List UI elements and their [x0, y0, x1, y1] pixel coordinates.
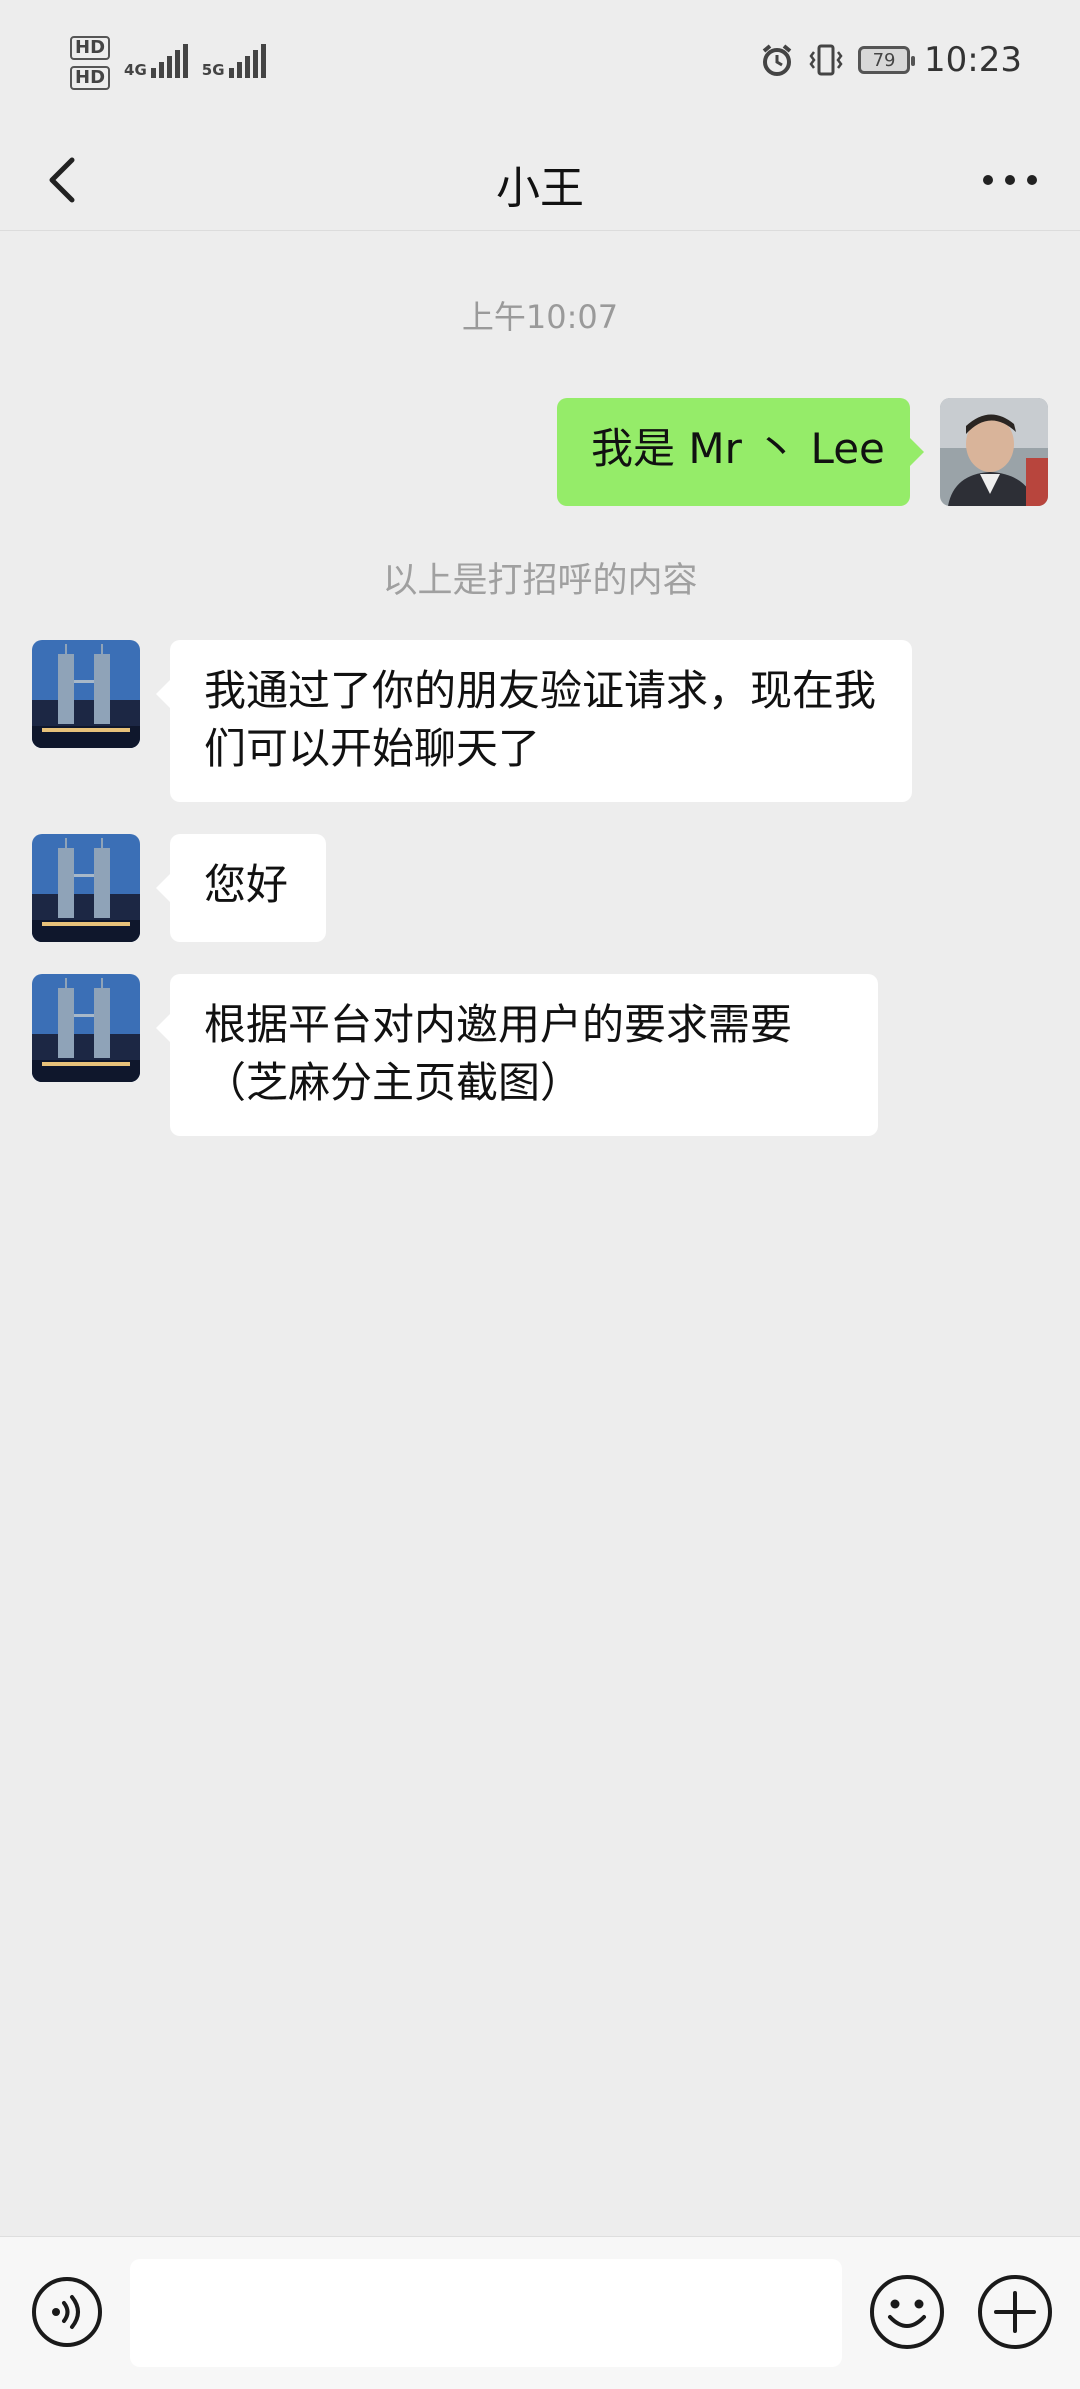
signal-bars-icon [150, 44, 188, 78]
message-text: 我通过了你的朋友验证请求，现在我们可以开始聊天了 [204, 666, 877, 773]
city-photo-icon [32, 834, 140, 942]
status-right: 79 10:23 [760, 40, 1022, 80]
avatar[interactable] [32, 640, 140, 748]
user-photo-icon [940, 398, 1048, 506]
status-bar: HD HD 4G 5G 79 10:23 [0, 0, 1080, 130]
emoji-icon[interactable] [868, 2273, 946, 2351]
voice-icon[interactable] [30, 2275, 104, 2349]
avatar[interactable] [32, 974, 140, 1082]
signal-group: HD HD 4G 5G [70, 36, 266, 90]
page-title: 小王 [496, 163, 584, 214]
hd-badge: HD [70, 36, 111, 60]
chat-header: 小王 [0, 130, 1080, 231]
message-bubble-incoming[interactable]: 您好 [156, 834, 326, 942]
signal-5g: 5G [202, 44, 266, 78]
battery-icon: 79 [858, 46, 916, 74]
input-bar [0, 2236, 1080, 2389]
battery-level: 79 [872, 49, 896, 71]
network-label: 4G [124, 61, 147, 79]
city-photo-icon [32, 974, 140, 1082]
message-bubble-outgoing[interactable]: 我是 Mr 丶 Lee [557, 398, 924, 506]
system-note: 以上是打招呼的内容 [382, 561, 698, 601]
plus-circle-icon[interactable] [976, 2273, 1054, 2351]
clock: 10:23 [924, 40, 1022, 80]
network-label: 5G [201, 61, 225, 79]
avatar[interactable] [32, 834, 140, 942]
alarm-icon [762, 44, 792, 76]
signal-bars-icon [228, 44, 266, 78]
message-bubble-incoming[interactable]: 我通过了你的朋友验证请求，现在我们可以开始聊天了 [156, 640, 912, 802]
more-horizontal-icon[interactable] [980, 160, 1040, 200]
signal-4g: 4G [124, 44, 188, 78]
city-photo-icon [32, 640, 140, 748]
message-text: 您好 [204, 860, 289, 909]
message-text: 根据平台对内邀用户的要求需要（芝麻分主页截图） [204, 1000, 793, 1107]
message-input[interactable] [130, 2259, 842, 2367]
message-text: 我是 Mr 丶 Lee [591, 424, 885, 473]
vibrate-icon [809, 44, 843, 76]
hd-badge: HD [70, 66, 111, 90]
message-bubble-incoming[interactable]: 根据平台对内邀用户的要求需要（芝麻分主页截图） [156, 974, 878, 1136]
avatar[interactable] [940, 398, 1048, 506]
message-timestamp: 上午10:07 [461, 298, 619, 336]
